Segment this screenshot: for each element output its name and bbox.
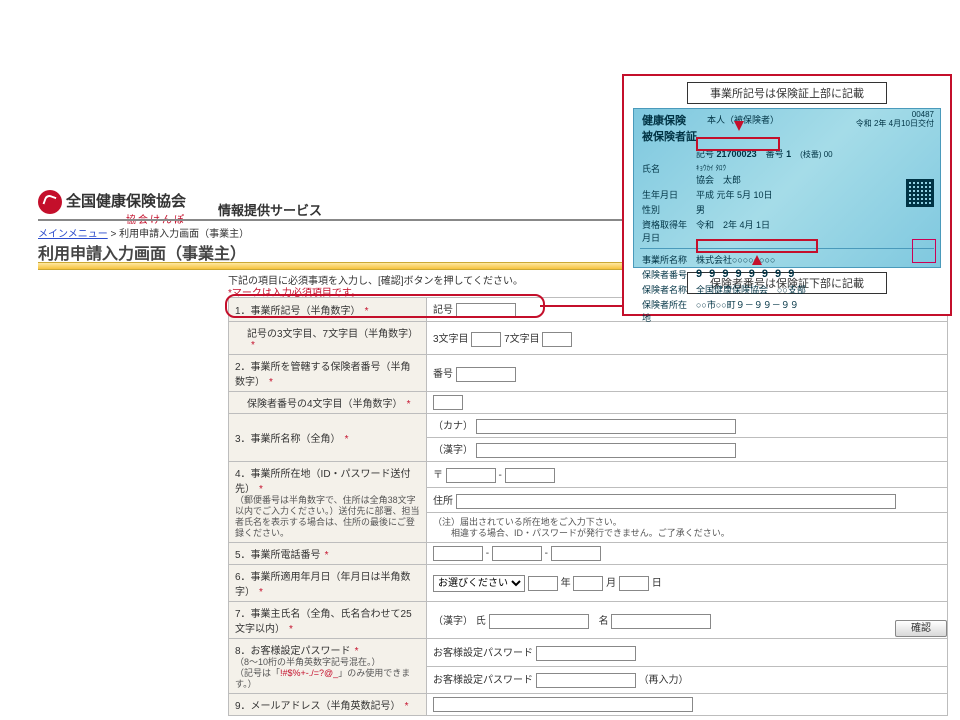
row4-zip: 〒 - xyxy=(427,462,948,488)
row8-pw1: お客様設定パスワード xyxy=(427,639,948,667)
year-input[interactable] xyxy=(528,576,558,591)
insurer-4th-input[interactable] xyxy=(433,395,463,410)
highlight-insno-icon xyxy=(696,239,818,253)
row3-kana: （カナ） xyxy=(427,414,948,438)
breadcrumb-rest: > 利用申請入力画面（事業主） xyxy=(108,229,249,240)
givenname-input[interactable] xyxy=(611,614,711,629)
card-title2: 被保険者証 xyxy=(642,131,697,143)
highlight-kigou-icon xyxy=(696,137,780,151)
row2b-label: 保険者番号の4文字目（半角数字）* xyxy=(229,392,427,414)
row3-label: 3．事業所名称（全角）* xyxy=(229,414,427,462)
row6-label: 6．事業所適用年月日（年月日は半角数字）* xyxy=(229,565,427,602)
tel3-input[interactable] xyxy=(551,546,601,561)
era-select[interactable]: お選びください xyxy=(433,575,525,592)
row7-field: （漢字） 氏 名 xyxy=(427,602,948,639)
breadcrumb: メインメニュー > 利用申請入力画面（事業主） xyxy=(38,225,249,240)
row1-label: 1．事業所記号（半角数字）* xyxy=(229,298,427,322)
card-top-right: 00487令和 2年 4月10日交付 xyxy=(856,111,934,129)
row1b-label: 記号の3文字目、7文字目（半角数字）* xyxy=(229,322,427,355)
note-line1: 下記の項目に必須事項を入力し、[確認]ボタンを押してください。 xyxy=(228,276,523,287)
org-name: 全国健康保険協会 xyxy=(66,190,186,211)
callout-top-label: 事業所記号は保険証上部に記載 xyxy=(687,82,887,104)
page-title: 利用申請入力画面（事業主） xyxy=(38,240,246,264)
day-input[interactable] xyxy=(619,576,649,591)
office-kana-input[interactable] xyxy=(476,419,736,434)
arrow-down-icon xyxy=(734,121,744,131)
row2b-field xyxy=(427,392,948,414)
month-input[interactable] xyxy=(573,576,603,591)
logo-icon xyxy=(38,190,62,214)
row1b-field: 3文字目 7文字目 xyxy=(427,322,948,355)
row4-label: 4．事業所所在地（ID・パスワード送付先）* （郵便番号は半角数字で、住所は全角… xyxy=(229,462,427,543)
password-confirm-input[interactable] xyxy=(536,673,636,688)
insurer-no-input[interactable] xyxy=(456,367,516,382)
address-input[interactable] xyxy=(456,494,896,509)
kigou-7th-input[interactable] xyxy=(542,332,572,347)
password-input[interactable] xyxy=(536,646,636,661)
kigou-input[interactable] xyxy=(456,303,516,318)
row2-field: 番号 xyxy=(427,355,948,392)
row3-kanji: （漢字） xyxy=(427,438,948,462)
email-input[interactable] xyxy=(433,697,693,712)
row8-pw2: お客様設定パスワード （再入力） xyxy=(427,666,948,694)
surname-input[interactable] xyxy=(489,614,589,629)
breadcrumb-link[interactable]: メインメニュー xyxy=(38,229,108,240)
row5-label: 5．事業所電話番号* xyxy=(229,543,427,565)
seal-icon xyxy=(912,239,936,263)
qr-icon xyxy=(906,179,934,207)
row9-field xyxy=(427,694,948,716)
row4-addr: 住所 xyxy=(427,487,948,513)
card-title1: 健康保険 xyxy=(642,115,686,127)
kigou-3rd-input[interactable] xyxy=(471,332,501,347)
zip2-input[interactable] xyxy=(505,468,555,483)
insurance-card: 健康保険 被保険者証 本人（被保険者） 00487令和 2年 4月10日交付 記… xyxy=(633,108,941,268)
row6-field: お選びください 年 月 日 xyxy=(427,565,948,602)
row9-label: 9．メールアドレス（半角英数記号）* xyxy=(229,694,427,716)
callout-box: 事業所記号は保険証上部に記載 健康保険 被保険者証 本人（被保険者） 00487… xyxy=(622,74,952,316)
row4-note: （注）届出されている所在地をご入力下さい。 相違する場合、ID・パスワードが発行… xyxy=(427,513,948,543)
row7-label: 7．事業主氏名（全角、氏名合わせて25文字以内）* xyxy=(229,602,427,639)
service-title: 情報提供サービス xyxy=(218,200,322,219)
tel1-input[interactable] xyxy=(433,546,483,561)
confirm-button[interactable]: 確認 xyxy=(895,620,947,637)
row5-field: - - xyxy=(427,543,948,565)
zip1-input[interactable] xyxy=(446,468,496,483)
row2-label: 2．事業所を管轄する保険者番号（半角数字）* xyxy=(229,355,427,392)
office-kanji-input[interactable] xyxy=(476,443,736,458)
row8-label: 8．お客様設定パスワード* （8～10桁の半角英数字記号混在。）（記号は「!#$… xyxy=(229,639,427,694)
form-table: 1．事業所記号（半角数字）* 記号 記号の3文字目、7文字目（半角数字）* 3文… xyxy=(228,297,948,716)
arrow-up-icon xyxy=(752,255,762,265)
tel2-input[interactable] xyxy=(492,546,542,561)
